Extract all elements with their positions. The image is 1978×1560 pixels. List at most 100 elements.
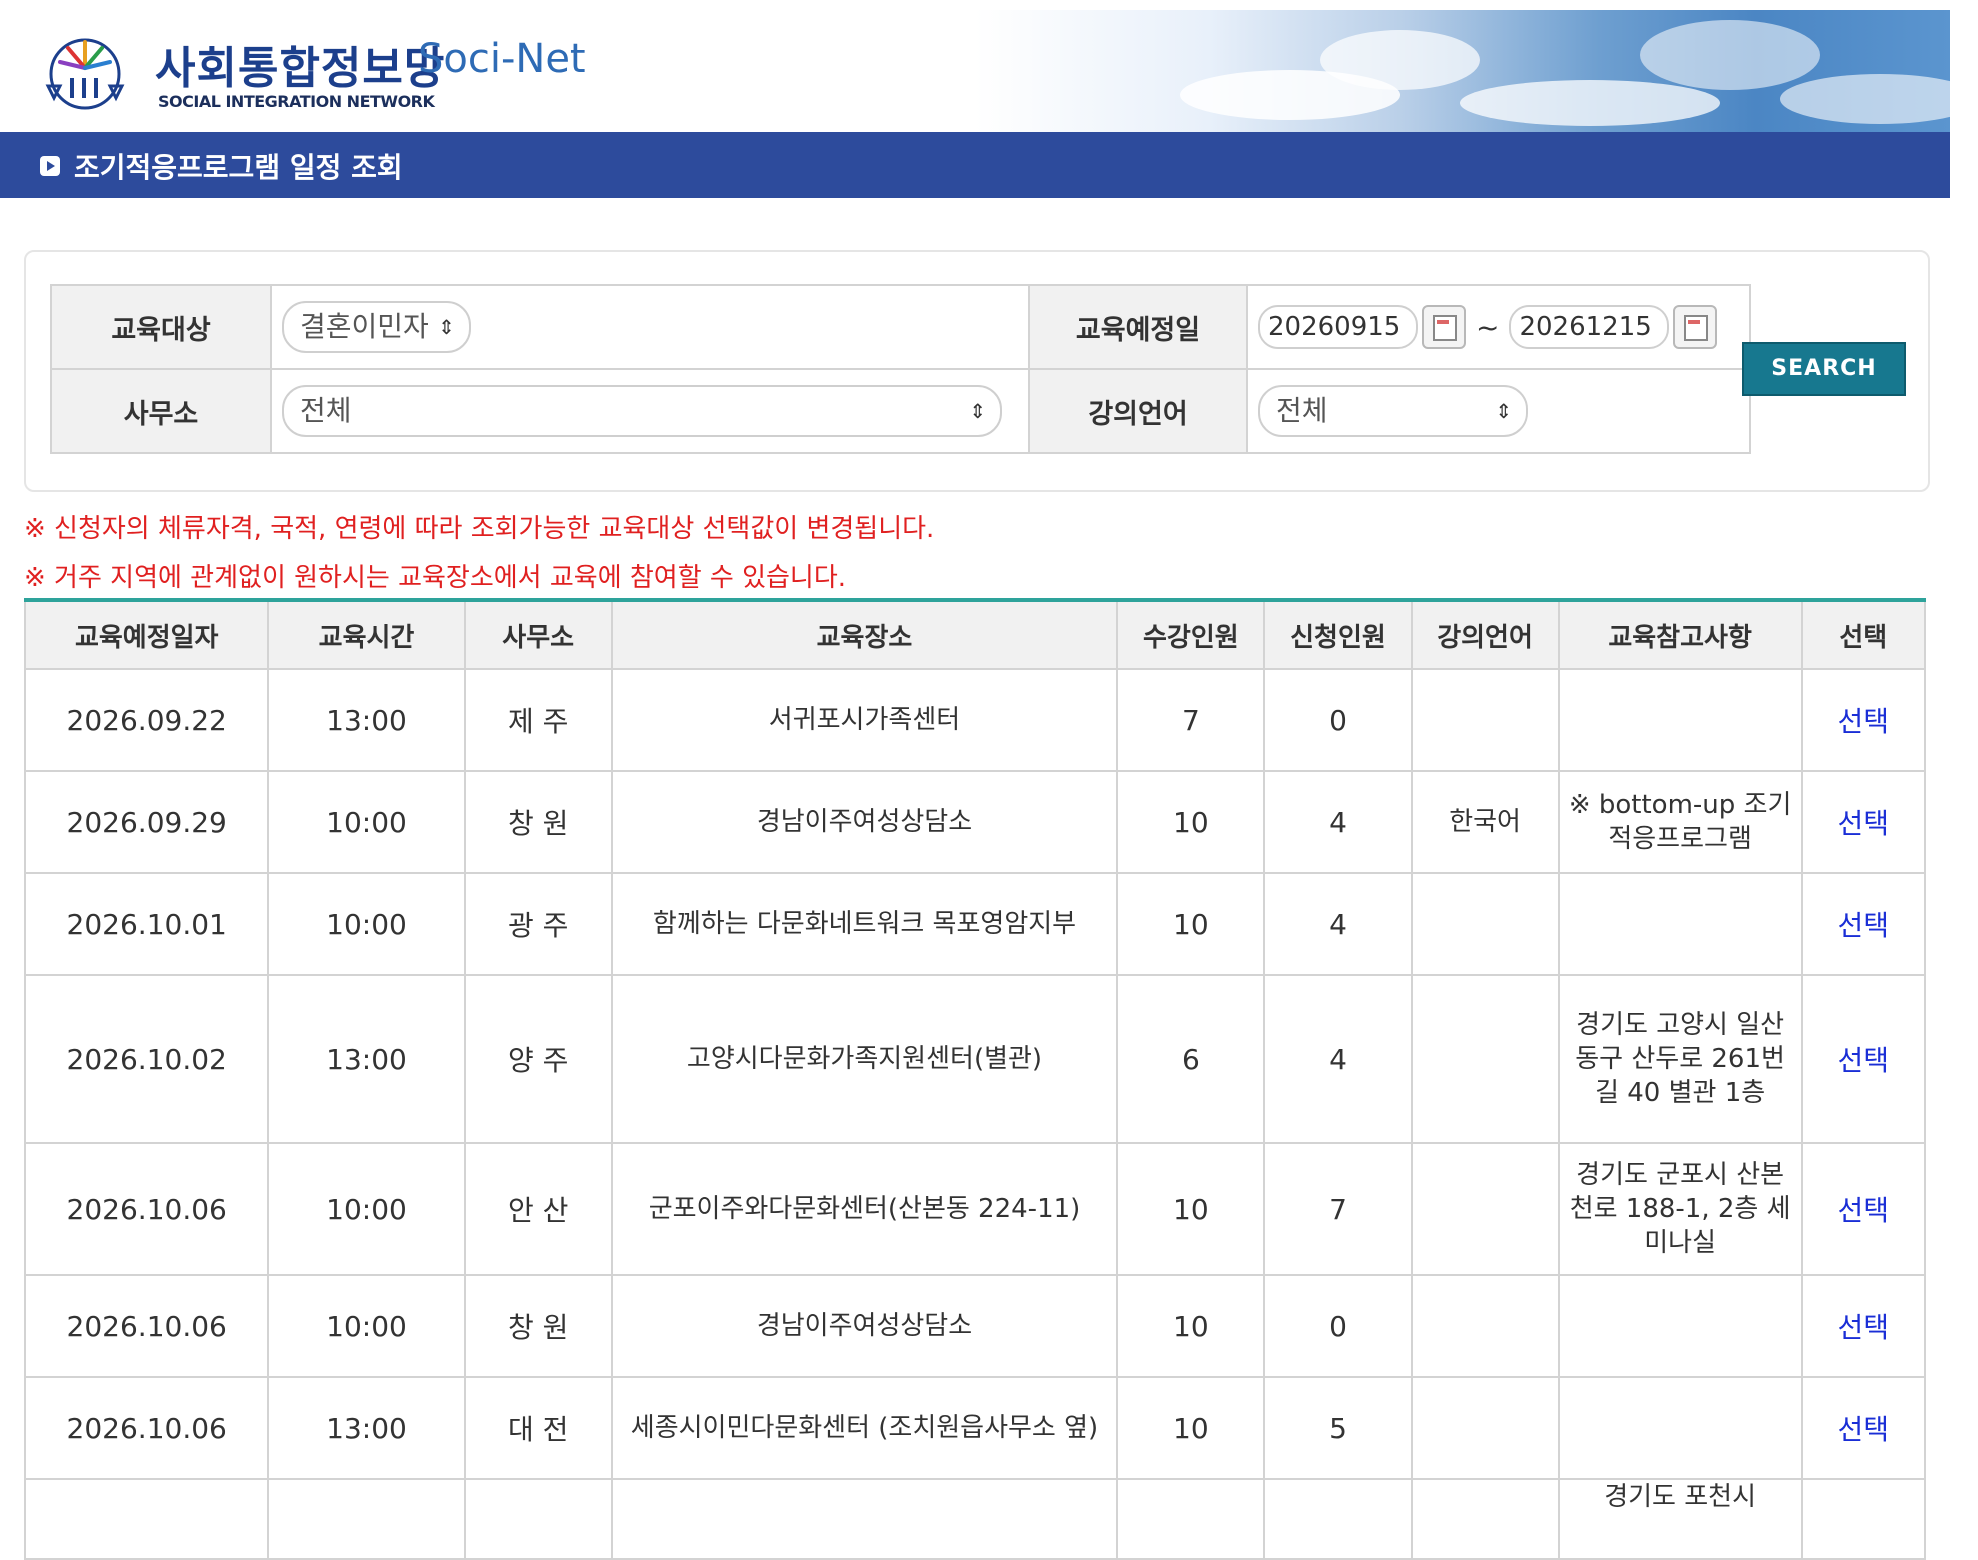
cell-date: 2026.10.06 [23, 1376, 270, 1480]
cell-date: 2026.10.06 [23, 1274, 270, 1378]
select-link[interactable]: 선택 [1838, 807, 1890, 840]
cell-select [1800, 1478, 1927, 1560]
col-capacity: 수강인원 [1116, 598, 1266, 670]
cell-select: 선택 [1800, 1142, 1927, 1276]
col-language: 강의언어 [1410, 598, 1560, 670]
cell-select: 선택 [1800, 872, 1927, 976]
cell-time: 10:00 [267, 1142, 466, 1276]
cell-office: 창 원 [463, 770, 613, 874]
office-select[interactable]: 전체 ⇕ [282, 385, 1002, 437]
table-row: 2026.10.06 13:00 대 전 세종시이민다문화센터 (조치원읍사무소 옆)… [23, 1376, 1927, 1480]
table-row: 2026.10.02 13:00 양 주 고양시다문화가족지원센터(별관) 6 4 경기도 … [23, 974, 1927, 1144]
cell-date [23, 1478, 270, 1560]
notice-text: ※ 신청자의 체류자격, 국적, 연령에 따라 조회가능한 교육대상 선택값이 … [24, 514, 935, 544]
cell-date: 2026.10.02 [23, 974, 270, 1144]
target-select-value: 결혼이민자 [300, 310, 429, 343]
table-header-row: 교육예정일자 교육시간 사무소 교육장소 수강인원 신청인원 강의언어 교육참고… [23, 598, 1927, 670]
col-applied: 신청인원 [1263, 598, 1413, 670]
cell-office: 창 원 [463, 1274, 613, 1378]
search-button[interactable]: SEARCH [1742, 342, 1906, 396]
cell-language [1410, 1478, 1560, 1560]
table-row: 2026.10.06 10:00 창 원 경남이주여성상담소 10 0 선택 [23, 1274, 1927, 1378]
cell-place: 군포이주와다문화센터(산본동 224-11) [610, 1142, 1119, 1276]
cell-note: ※ bottom-up 조기적응프로그램 [1557, 770, 1803, 874]
cell-language [1410, 1142, 1560, 1276]
language-select[interactable]: 전체 ⇕ [1258, 385, 1528, 437]
date-to-input[interactable]: 20261215 [1509, 305, 1670, 349]
language-label: 강의언어 [1028, 368, 1248, 454]
cell-capacity: 10 [1116, 1376, 1266, 1480]
updown-arrow-icon: ⇕ [969, 399, 986, 423]
cell-office: 제 주 [463, 668, 613, 772]
page-title: 조기적응프로그램 일정 조회 [74, 151, 403, 184]
cell-place [610, 1478, 1119, 1560]
cell-applied: 0 [1263, 1274, 1413, 1378]
cell-time: 10:00 [267, 872, 466, 976]
select-link[interactable]: 선택 [1838, 705, 1890, 738]
office-label: 사무소 [50, 368, 272, 454]
select-link[interactable]: 선택 [1838, 909, 1890, 942]
cell-time: 10:00 [267, 1274, 466, 1378]
calendar-icon[interactable] [1422, 305, 1466, 349]
cell-time: 13:00 [267, 1376, 466, 1480]
cell-office: 대 전 [463, 1376, 613, 1480]
search-form: 교육대상 결혼이민자 ⇕ 교육예정일 20260915 ~20261215 사무소… [24, 250, 1930, 492]
cell-note: 경기도 고양시 일산동구 산두로 261번길 40 별관 1층 [1557, 974, 1803, 1144]
cell-note: 경기도 포천시 [1557, 1478, 1803, 1560]
cell-select: 선택 [1800, 668, 1927, 772]
cell-place: 세종시이민다문화센터 (조치원읍사무소 옆) [610, 1376, 1119, 1480]
cell-note [1557, 668, 1803, 772]
col-note: 교육참고사항 [1557, 598, 1803, 670]
notice-text: ※ 거주 지역에 관계없이 원하시는 교육장소에서 교육에 참여할 수 있습니다… [24, 563, 847, 593]
col-place: 교육장소 [610, 598, 1119, 670]
cell-time: 13:00 [267, 668, 466, 772]
cell-select: 선택 [1800, 1274, 1927, 1378]
cell-applied: 7 [1263, 1142, 1413, 1276]
updown-arrow-icon: ⇕ [438, 315, 455, 339]
schedule-table: 교육예정일자 교육시간 사무소 교육장소 수강인원 신청인원 강의언어 교육참고… [23, 598, 1927, 1560]
date-label: 교육예정일 [1028, 284, 1248, 370]
cell-capacity [1116, 1478, 1266, 1560]
select-link[interactable]: 선택 [1838, 1413, 1890, 1446]
cell-applied [1263, 1478, 1413, 1560]
cell-office [463, 1478, 613, 1560]
cell-note [1557, 1376, 1803, 1480]
search-filter-table: 교육대상 결혼이민자 ⇕ 교육예정일 20260915 ~20261215 사무소… [50, 284, 1751, 454]
cell-select: 선택 [1800, 1376, 1927, 1480]
play-bullet-icon [40, 156, 60, 176]
cell-language [1410, 1376, 1560, 1480]
cell-select: 선택 [1800, 974, 1927, 1144]
cell-date: 2026.10.06 [23, 1142, 270, 1276]
date-from-input[interactable]: 20260915 [1258, 305, 1418, 349]
cell-capacity: 7 [1116, 668, 1266, 772]
cell-place: 함께하는 다문화네트워크 목포영암지부 [610, 872, 1119, 976]
table-row: 경기도 포천시 [23, 1478, 1927, 1560]
table-row: 2026.10.01 10:00 광 주 함께하는 다문화네트워크 목포영암지부 10 4… [23, 872, 1927, 976]
page-title-bar: 조기적응프로그램 일정 조회 [0, 132, 1950, 198]
cell-capacity: 10 [1116, 770, 1266, 874]
select-link[interactable]: 선택 [1838, 1044, 1890, 1077]
cell-capacity: 6 [1116, 974, 1266, 1144]
cell-select: 선택 [1800, 770, 1927, 874]
target-select[interactable]: 결혼이민자 ⇕ [282, 301, 471, 353]
cell-language [1410, 1274, 1560, 1378]
cell-applied: 4 [1263, 770, 1413, 874]
col-time: 교육시간 [267, 598, 466, 670]
cell-note [1557, 1274, 1803, 1378]
cell-place: 서귀포시가족센터 [610, 668, 1119, 772]
calendar-icon[interactable] [1673, 305, 1718, 349]
select-link[interactable]: 선택 [1838, 1194, 1890, 1227]
cell-office: 양 주 [463, 974, 613, 1144]
select-link[interactable]: 선택 [1838, 1311, 1890, 1344]
logo-english: Soci-Net [418, 36, 586, 82]
date-separator: ~ [1476, 310, 1500, 344]
cell-capacity: 10 [1116, 872, 1266, 976]
cell-time [267, 1478, 466, 1560]
office-select-value: 전체 [300, 394, 352, 427]
cell-date: 2026.09.29 [23, 770, 270, 874]
language-select-value: 전체 [1276, 394, 1328, 427]
logo-subtitle: SOCIAL INTEGRATION NETWORK [158, 92, 435, 111]
cell-applied: 5 [1263, 1376, 1413, 1480]
table-row: 2026.10.06 10:00 안 산 군포이주와다문화센터(산본동 224-11)… [23, 1142, 1927, 1276]
cell-language [1410, 872, 1560, 976]
